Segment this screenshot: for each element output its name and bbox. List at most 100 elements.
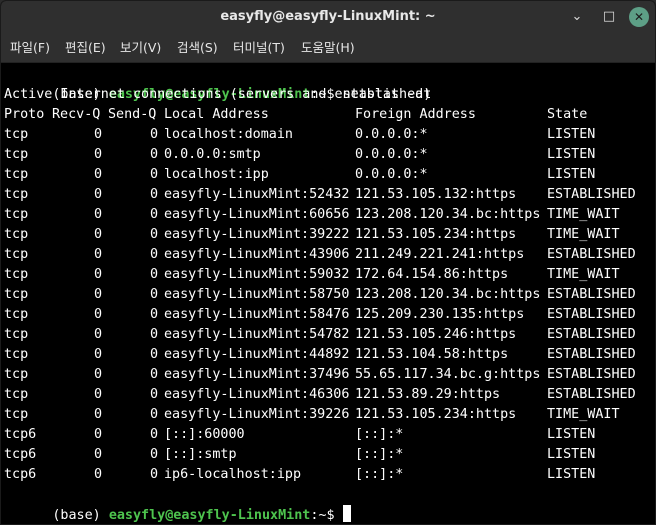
cell-proto: tcp xyxy=(4,267,29,282)
cell-state: LISTEN xyxy=(547,447,596,462)
menu-search[interactable]: 검색(S) xyxy=(177,33,218,62)
menu-bar: 파일(F) 편집(E) 보기(V) 검색(S) 터미널(T) 도움말(H) xyxy=(1,33,655,63)
col-local-address: Local Address xyxy=(164,107,269,122)
cell-foreign-address: [::]:* xyxy=(355,467,404,482)
cell-proto: tcp6 xyxy=(4,447,37,462)
cell-proto: tcp xyxy=(4,287,29,302)
col-recv-q: Recv-Q xyxy=(52,107,101,122)
cell-foreign-address: 55.65.117.34.bc.g:https xyxy=(355,367,541,382)
cell-send-q: 0 xyxy=(149,207,158,222)
cell-foreign-address: 121.53.105.234:https xyxy=(355,407,517,422)
cell-send-q: 0 xyxy=(149,227,158,242)
cell-local-address: easyfly-LinuxMint:43906 xyxy=(164,247,350,262)
close-icon[interactable]: ✕ xyxy=(629,7,649,27)
minimize-icon[interactable]: ⌄ xyxy=(567,7,587,27)
cell-state: ESTABLISHED xyxy=(547,367,636,382)
cell-foreign-address: 0.0.0.0:* xyxy=(355,167,428,182)
cell-proto: tcp xyxy=(4,247,29,262)
cell-send-q: 0 xyxy=(149,267,158,282)
cell-proto: tcp xyxy=(4,127,29,142)
cell-state: LISTEN xyxy=(547,167,596,182)
cell-recv-q: 0 xyxy=(93,227,102,242)
cell-recv-q: 0 xyxy=(93,127,102,142)
cell-state: LISTEN xyxy=(547,467,596,482)
cell-recv-q: 0 xyxy=(93,247,102,262)
cell-proto: tcp xyxy=(4,407,29,422)
cell-send-q: 0 xyxy=(149,427,158,442)
cell-state: ESTABLISHED xyxy=(547,187,636,202)
cell-local-address: easyfly-LinuxMint:39222 xyxy=(164,227,350,242)
cell-proto: tcp xyxy=(4,167,29,182)
cell-state: ESTABLISHED xyxy=(547,347,636,362)
cell-local-address: 0.0.0.0:smtp xyxy=(164,147,261,162)
cell-recv-q: 0 xyxy=(93,367,102,382)
cell-recv-q: 0 xyxy=(93,347,102,362)
cell-local-address: easyfly-LinuxMint:44892 xyxy=(164,347,350,362)
cell-state: LISTEN xyxy=(547,127,596,142)
menu-edit[interactable]: 편집(E) xyxy=(65,33,106,62)
cell-state: TIME_WAIT xyxy=(547,227,620,242)
cell-local-address: easyfly-LinuxMint:52432 xyxy=(164,187,350,202)
cell-recv-q: 0 xyxy=(93,287,102,302)
cell-state: LISTEN xyxy=(547,147,596,162)
cell-state: LISTEN xyxy=(547,427,596,442)
cell-local-address: [::]:60000 xyxy=(164,427,245,442)
cell-local-address: easyfly-LinuxMint:59032 xyxy=(164,267,350,282)
cell-proto: tcp xyxy=(4,327,29,342)
output-heading: Active Internet connections (servers and… xyxy=(4,87,432,102)
terminal-output[interactable]: (base) easyfly@easyfly-LinuxMint:~$ nets… xyxy=(1,63,655,524)
cell-send-q: 0 xyxy=(149,247,158,262)
cell-local-address: ip6-localhost:ipp xyxy=(164,467,302,482)
col-proto: Proto xyxy=(4,107,45,122)
cell-foreign-address: 123.208.120.34.bc:https xyxy=(355,207,541,222)
cell-send-q: 0 xyxy=(149,307,158,322)
cell-send-q: 0 xyxy=(149,407,158,422)
cell-recv-q: 0 xyxy=(93,467,102,482)
cell-state: TIME_WAIT xyxy=(547,207,620,222)
col-foreign-address: Foreign Address xyxy=(355,107,476,122)
cell-local-address: localhost:ipp xyxy=(164,167,269,182)
cell-foreign-address: 0.0.0.0:* xyxy=(355,147,428,162)
cell-foreign-address: 121.53.89.29:https xyxy=(355,387,501,402)
menu-terminal[interactable]: 터미널(T) xyxy=(233,33,285,62)
cell-recv-q: 0 xyxy=(93,207,102,222)
cell-local-address: easyfly-LinuxMint:60656 xyxy=(164,207,350,222)
cell-recv-q: 0 xyxy=(93,167,102,182)
cell-foreign-address: 121.53.104.58:https xyxy=(355,347,509,362)
cell-send-q: 0 xyxy=(149,347,158,362)
menu-file[interactable]: 파일(F) xyxy=(10,33,50,62)
cell-foreign-address: [::]:* xyxy=(355,427,404,442)
prompt-path: :~$ xyxy=(310,508,335,523)
cell-local-address: easyfly-LinuxMint:39226 xyxy=(164,407,350,422)
cell-local-address: easyfly-LinuxMint:58750 xyxy=(164,287,350,302)
cell-foreign-address: 121.53.105.132:https xyxy=(355,187,517,202)
cell-proto: tcp xyxy=(4,147,29,162)
conda-env: (base) xyxy=(52,508,101,523)
cell-send-q: 0 xyxy=(149,387,158,402)
cell-recv-q: 0 xyxy=(93,267,102,282)
text-cursor xyxy=(342,505,351,522)
menu-help[interactable]: 도움말(H) xyxy=(301,33,355,62)
prompt-user-host: easyfly@easyfly-LinuxMint xyxy=(108,508,311,523)
cell-state: ESTABLISHED xyxy=(547,327,636,342)
cell-recv-q: 0 xyxy=(93,427,102,442)
cell-send-q: 0 xyxy=(149,327,158,342)
cell-send-q: 0 xyxy=(149,447,158,462)
cell-proto: tcp xyxy=(4,307,29,322)
cell-recv-q: 0 xyxy=(93,407,102,422)
cell-foreign-address: 121.53.105.246:https xyxy=(355,327,517,342)
cell-local-address: [::]:smtp xyxy=(164,447,237,462)
cell-send-q: 0 xyxy=(149,187,158,202)
maximize-icon[interactable]: □ xyxy=(599,7,619,27)
prompt-line[interactable]: (base) easyfly@easyfly-LinuxMint:~$ xyxy=(4,485,351,523)
cell-recv-q: 0 xyxy=(93,327,102,342)
title-bar[interactable]: easyfly@easyfly-LinuxMint: ~ ⌄ □ ✕ xyxy=(1,1,655,33)
cell-state: ESTABLISHED xyxy=(547,247,636,262)
terminal-window: easyfly@easyfly-LinuxMint: ~ ⌄ □ ✕ 파일(F)… xyxy=(0,0,656,525)
cell-send-q: 0 xyxy=(149,467,158,482)
menu-view[interactable]: 보기(V) xyxy=(120,33,161,62)
cell-proto: tcp6 xyxy=(4,467,37,482)
cell-local-address: easyfly-LinuxMint:54782 xyxy=(164,327,350,342)
col-send-q: Send-Q xyxy=(108,107,157,122)
cell-recv-q: 0 xyxy=(93,147,102,162)
